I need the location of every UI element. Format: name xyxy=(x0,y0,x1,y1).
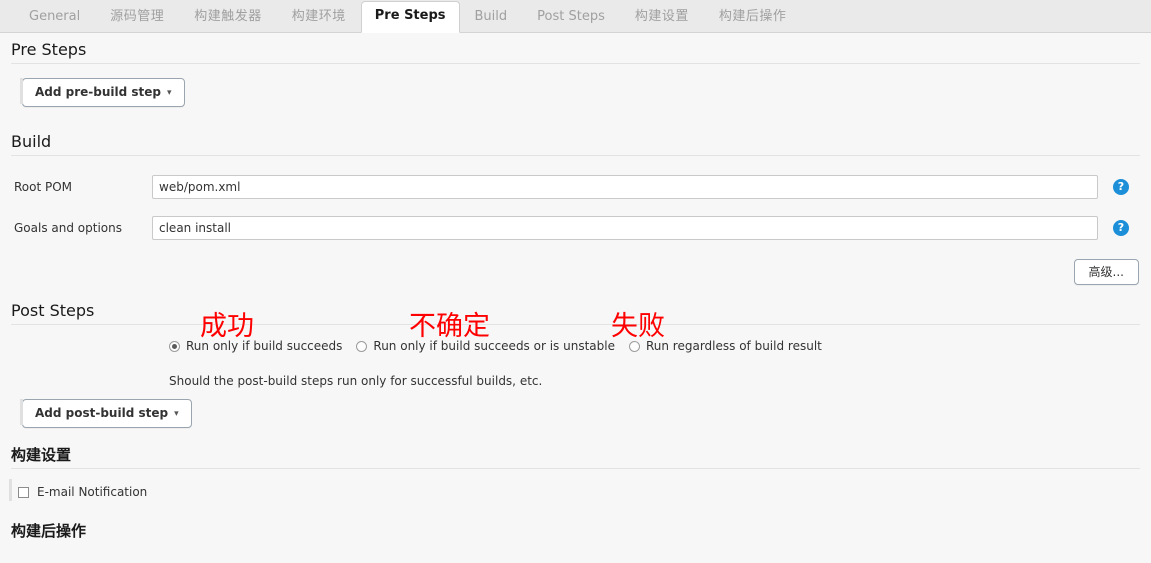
root-pom-input[interactable] xyxy=(152,175,1098,199)
radio-run-only-if-build-succeeds-or-unstable[interactable]: Run only if build succeeds or is unstabl… xyxy=(356,339,615,353)
root-pom-label: Root POM xyxy=(0,180,152,194)
tab-build-triggers[interactable]: 构建触发器 xyxy=(179,2,277,33)
build-settings-body: E-mail Notification xyxy=(0,469,1151,509)
advanced-button-row: 高级... xyxy=(0,248,1151,285)
section-pre-steps-header: Pre Steps xyxy=(11,33,1140,64)
goals-and-options-row: Goals and options ? xyxy=(0,207,1151,248)
section-post-build-actions-header: 构建后操作 xyxy=(11,509,1140,544)
post-steps-body: Run only if build succeeds Run only if b… xyxy=(0,337,1151,433)
add-post-build-step-label: Add post-build step xyxy=(35,406,168,420)
radio-run-regardless-of-build-result[interactable]: Run regardless of build result xyxy=(629,339,822,353)
advanced-button[interactable]: 高级... xyxy=(1074,259,1139,285)
tab-general[interactable]: General xyxy=(14,2,95,33)
email-notification-label: E-mail Notification xyxy=(37,485,147,499)
pre-steps-heading: Pre Steps xyxy=(11,40,1140,63)
pre-steps-accent-bar xyxy=(20,78,23,104)
post-build-run-condition-group: Run only if build succeeds Run only if b… xyxy=(0,337,1151,355)
tab-post-build-actions[interactable]: 构建后操作 xyxy=(704,2,802,33)
section-build-header: Build xyxy=(11,114,1140,156)
add-post-build-step-button[interactable]: Add post-build step ▾ xyxy=(22,399,192,428)
add-pre-build-step-button[interactable]: Add pre-build step ▾ xyxy=(22,78,185,107)
email-notification-row[interactable]: E-mail Notification xyxy=(0,469,1151,499)
build-settings-accent-bar xyxy=(9,479,12,501)
radio-icon-succeeds[interactable] xyxy=(169,341,180,352)
post-steps-rule xyxy=(11,324,1140,325)
section-build-settings-header: 构建设置 xyxy=(11,433,1140,469)
chevron-down-icon: ▾ xyxy=(174,407,179,421)
root-pom-row: Root POM ? xyxy=(0,166,1151,207)
post-steps-accent-bar xyxy=(20,399,23,425)
pre-steps-body: Add pre-build step ▾ xyxy=(0,64,1151,114)
goals-and-options-input[interactable] xyxy=(152,216,1098,240)
tab-pre-steps[interactable]: Pre Steps xyxy=(361,1,460,33)
radio-label-succeeds-or-unstable: Run only if build succeeds or is unstabl… xyxy=(373,339,615,353)
build-settings-heading: 构建设置 xyxy=(11,445,1140,468)
section-post-steps-header: Post Steps xyxy=(11,285,1140,325)
tab-build[interactable]: Build xyxy=(460,2,523,33)
radio-label-regardless: Run regardless of build result xyxy=(646,339,822,353)
add-pre-build-step-label: Add pre-build step xyxy=(35,85,161,99)
tab-build-settings[interactable]: 构建设置 xyxy=(620,2,704,33)
radio-icon-succeeds-or-unstable[interactable] xyxy=(356,341,367,352)
goals-and-options-label: Goals and options xyxy=(0,221,152,235)
goals-and-options-help-icon[interactable]: ? xyxy=(1113,220,1129,236)
tab-post-steps[interactable]: Post Steps xyxy=(522,2,620,33)
tab-build-environment[interactable]: 构建环境 xyxy=(277,2,361,33)
add-post-build-step-wrap: Add post-build step ▾ xyxy=(0,389,1151,433)
chevron-down-icon: ▾ xyxy=(167,86,172,100)
post-steps-heading: Post Steps xyxy=(11,301,1140,324)
post-steps-hint: Should the post-build steps run only for… xyxy=(0,373,1151,389)
radio-icon-regardless[interactable] xyxy=(629,341,640,352)
tab-source-code-management[interactable]: 源码管理 xyxy=(95,2,179,33)
root-pom-help-icon[interactable]: ? xyxy=(1113,179,1129,195)
config-form: Pre Steps Add pre-build step ▾ Build Root… xyxy=(0,33,1151,544)
build-body: Root POM ? Goals and options ? 高级... xyxy=(0,156,1151,285)
post-build-actions-heading: 构建后操作 xyxy=(11,521,1140,544)
email-notification-checkbox[interactable] xyxy=(18,487,29,498)
radio-label-succeeds: Run only if build succeeds xyxy=(186,339,342,353)
build-heading: Build xyxy=(11,132,1140,155)
radio-run-only-if-build-succeeds[interactable]: Run only if build succeeds xyxy=(169,339,342,353)
config-tab-bar: General 源码管理 构建触发器 构建环境 Pre Steps Build … xyxy=(0,0,1151,33)
